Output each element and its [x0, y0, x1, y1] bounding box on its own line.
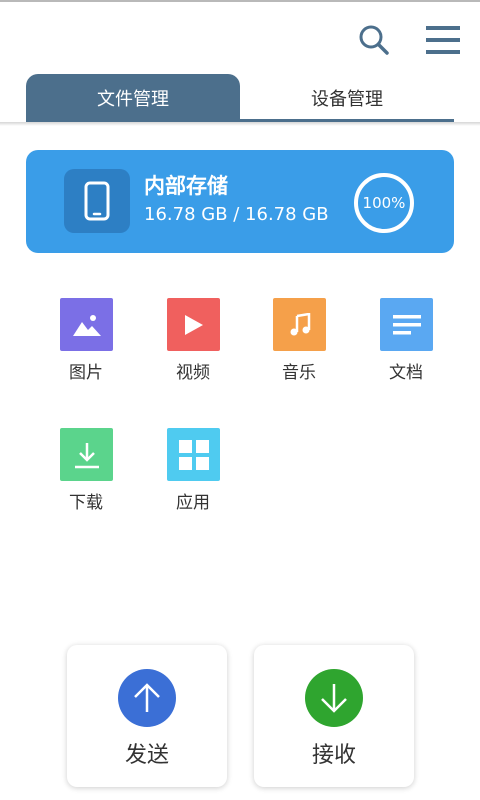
category-label: 视频 [176, 363, 210, 383]
send-label: 发送 [124, 743, 169, 768]
category-label: 文档 [389, 363, 423, 383]
category-label: 应用 [176, 493, 210, 513]
category-label: 音乐 [282, 363, 316, 383]
internal-storage-card[interactable]: 内部存储 16.78 GB / 16.78 GB 100% [26, 150, 454, 253]
arrow-down-icon [305, 669, 363, 727]
category-videos[interactable]: 视频 [153, 298, 233, 388]
tab-shadow [0, 122, 480, 126]
search-icon [359, 25, 389, 55]
menu-icon [426, 26, 460, 54]
arrow-up-icon [118, 669, 176, 727]
storage-percent: 100% [362, 194, 406, 212]
search-button[interactable] [356, 22, 392, 58]
header-toolbar [0, 18, 480, 62]
receive-button[interactable]: 接收 [254, 645, 414, 787]
apps-icon [167, 428, 220, 481]
send-button[interactable]: 发送 [67, 645, 227, 787]
storage-size: 16.78 GB / 16.78 GB [144, 204, 329, 225]
tab-device-management[interactable]: 设备管理 [240, 74, 454, 122]
category-label: 图片 [69, 363, 103, 383]
document-icon [380, 298, 433, 351]
category-label: 下载 [69, 493, 103, 513]
tab-bar: 文件管理 设备管理 [26, 74, 454, 122]
storage-usage-ring: 100% [354, 173, 414, 233]
tab-label: 文件管理 [97, 89, 169, 110]
play-icon [167, 298, 220, 351]
storage-icon-box [64, 169, 130, 233]
download-icon [60, 428, 113, 481]
image-icon [60, 298, 113, 351]
category-documents[interactable]: 文档 [366, 298, 446, 388]
status-divider [0, 0, 480, 2]
tab-label: 设备管理 [311, 89, 383, 110]
phone-icon [84, 181, 110, 221]
receive-label: 接收 [311, 743, 356, 768]
menu-button[interactable] [422, 22, 464, 58]
music-icon [273, 298, 326, 351]
tab-file-management[interactable]: 文件管理 [26, 74, 240, 122]
storage-title: 内部存储 [144, 174, 228, 198]
category-music[interactable]: 音乐 [259, 298, 339, 388]
category-downloads[interactable]: 下载 [46, 428, 126, 518]
category-apps[interactable]: 应用 [153, 428, 233, 518]
category-images[interactable]: 图片 [46, 298, 126, 388]
